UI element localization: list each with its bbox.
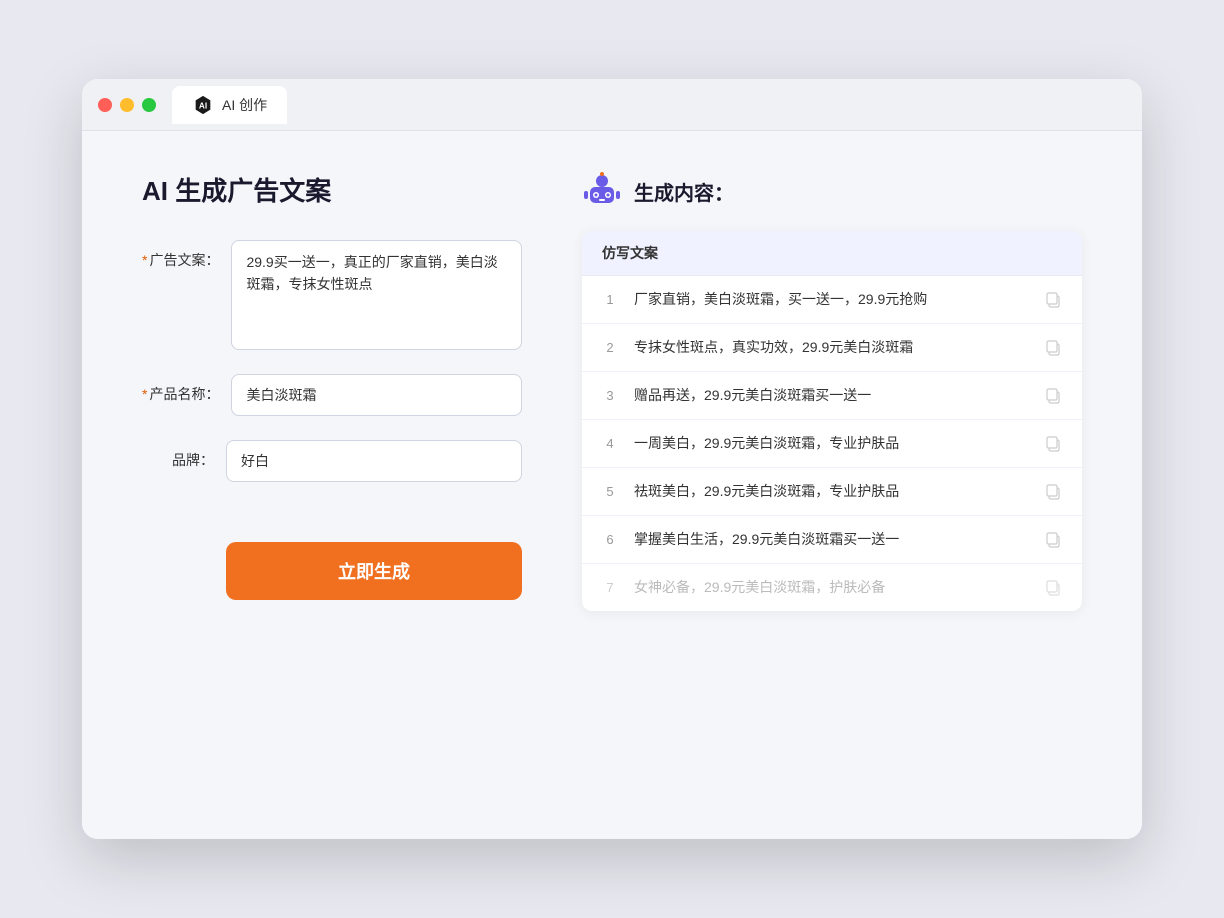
- table-row: 5 祛斑美白，29.9元美白淡斑霜，专业护肤品: [582, 468, 1082, 516]
- table-row: 4 一周美白，29.9元美白淡斑霜，专业护肤品: [582, 420, 1082, 468]
- brand-group: 品牌：: [142, 440, 522, 482]
- copy-icon[interactable]: [1044, 483, 1062, 501]
- product-name-required: *: [142, 386, 147, 402]
- generate-button[interactable]: 立即生成: [226, 542, 522, 600]
- row-number: 3: [602, 388, 618, 403]
- row-number: 5: [602, 484, 618, 499]
- close-button[interactable]: [98, 98, 112, 112]
- table-row: 3 赠品再送，29.9元美白淡斑霜买一送一: [582, 372, 1082, 420]
- right-panel: 生成内容： 仿写文案 1 厂家直销，美白淡斑霜，买一送一，29.9元抢购 2 专…: [582, 171, 1082, 799]
- content-area: AI 生成广告文案 *广告文案： *产品名称： 品牌： 立即生成: [82, 131, 1142, 839]
- table-header: 仿写文案: [582, 231, 1082, 276]
- row-number: 2: [602, 340, 618, 355]
- browser-window: AI AI 创作 AI 生成广告文案 *广告文案： *产品名称：: [82, 79, 1142, 839]
- row-text: 厂家直销，美白淡斑霜，买一送一，29.9元抢购: [634, 289, 1028, 310]
- row-number: 6: [602, 532, 618, 547]
- ad-copy-input[interactable]: [231, 240, 522, 350]
- ad-copy-label: *广告文案：: [142, 240, 219, 270]
- page-title: AI 生成广告文案: [142, 171, 522, 208]
- row-text: 女神必备，29.9元美白淡斑霜，护肤必备: [634, 577, 1028, 598]
- minimize-button[interactable]: [120, 98, 134, 112]
- maximize-button[interactable]: [142, 98, 156, 112]
- result-title: 生成内容：: [634, 177, 734, 206]
- result-header: 生成内容：: [582, 171, 1082, 211]
- product-name-group: *产品名称：: [142, 374, 522, 416]
- svg-text:AI: AI: [199, 101, 207, 110]
- copy-icon[interactable]: [1044, 531, 1062, 549]
- copy-icon[interactable]: [1044, 579, 1062, 597]
- robot-icon: [582, 171, 622, 211]
- row-text: 掌握美白生活，29.9元美白淡斑霜买一送一: [634, 529, 1028, 550]
- copy-icon[interactable]: [1044, 435, 1062, 453]
- brand-input[interactable]: [226, 440, 522, 482]
- table-row: 6 掌握美白生活，29.9元美白淡斑霜买一送一: [582, 516, 1082, 564]
- row-text: 一周美白，29.9元美白淡斑霜，专业护肤品: [634, 433, 1028, 454]
- row-number: 4: [602, 436, 618, 451]
- title-bar: AI AI 创作: [82, 79, 1142, 131]
- result-table: 仿写文案 1 厂家直销，美白淡斑霜，买一送一，29.9元抢购 2 专抹女性斑点，…: [582, 231, 1082, 611]
- product-name-input[interactable]: [231, 374, 522, 416]
- product-name-label: *产品名称：: [142, 374, 219, 404]
- row-text: 专抹女性斑点，真实功效，29.9元美白淡斑霜: [634, 337, 1028, 358]
- tab-label: AI 创作: [222, 95, 267, 115]
- window-controls: [98, 98, 156, 112]
- left-panel: AI 生成广告文案 *广告文案： *产品名称： 品牌： 立即生成: [142, 171, 522, 799]
- copy-icon[interactable]: [1044, 339, 1062, 357]
- copy-icon[interactable]: [1044, 387, 1062, 405]
- table-row: 7 女神必备，29.9元美白淡斑霜，护肤必备: [582, 564, 1082, 611]
- row-text: 祛斑美白，29.9元美白淡斑霜，专业护肤品: [634, 481, 1028, 502]
- row-number: 7: [602, 580, 618, 595]
- ad-copy-group: *广告文案：: [142, 240, 522, 350]
- table-row: 2 专抹女性斑点，真实功效，29.9元美白淡斑霜: [582, 324, 1082, 372]
- row-number: 1: [602, 292, 618, 307]
- ai-tab-icon: AI: [192, 94, 214, 116]
- copy-icon[interactable]: [1044, 291, 1062, 309]
- row-text: 赠品再送，29.9元美白淡斑霜买一送一: [634, 385, 1028, 406]
- table-row: 1 厂家直销，美白淡斑霜，买一送一，29.9元抢购: [582, 276, 1082, 324]
- ai-tab[interactable]: AI AI 创作: [172, 86, 287, 124]
- ad-copy-required: *: [142, 252, 147, 268]
- brand-label: 品牌：: [142, 440, 214, 470]
